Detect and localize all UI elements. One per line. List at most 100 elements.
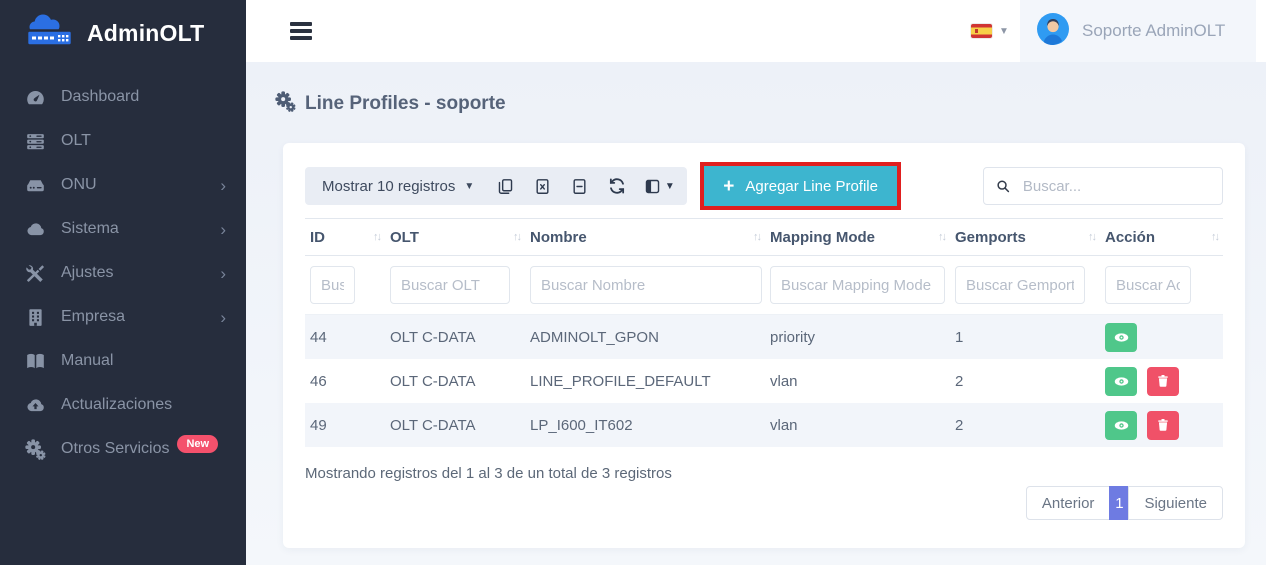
add-line-profile-label: Agregar Line Profile: [745, 178, 878, 195]
sidebar-item-label: Sistema: [61, 220, 119, 238]
building-icon: [24, 306, 46, 328]
table-header-row: ID↑↓ OLT↑↓ Nombre↑↓ Mapping Mode↑↓ Gempo…: [305, 219, 1223, 256]
sidebar-item-onu[interactable]: ONU ›: [0, 163, 246, 207]
chevron-down-icon: ▼: [665, 181, 675, 192]
column-header-olt[interactable]: OLT↑↓: [385, 219, 525, 256]
sidebar-item-label: OLT: [61, 132, 91, 150]
copy-icon: [497, 178, 514, 195]
filter-olt-input[interactable]: [390, 266, 510, 304]
column-header-id[interactable]: ID↑↓: [305, 219, 385, 256]
delete-button[interactable]: [1147, 411, 1179, 440]
cell-gemports: 2: [950, 359, 1100, 403]
sidebar-item-manual[interactable]: Manual: [0, 339, 246, 383]
sort-icon: ↑↓: [753, 231, 760, 243]
sort-icon: ↑↓: [373, 231, 380, 243]
sidebar-item-dashboard[interactable]: Dashboard: [0, 75, 246, 119]
gears-title-icon: [273, 90, 297, 117]
sidebar-item-sistema[interactable]: Sistema ›: [0, 207, 246, 251]
filter-nombre-input[interactable]: [530, 266, 762, 304]
cell-id: 49: [305, 403, 385, 447]
sidebar-item-label: Dashboard: [61, 88, 139, 106]
cloud-icon: [24, 218, 46, 240]
topbar: ▼ Soporte AdminOLT: [246, 0, 1266, 62]
export-file-button[interactable]: [561, 167, 598, 205]
language-dropdown[interactable]: ▼: [971, 0, 1009, 62]
column-header-nombre[interactable]: Nombre↑↓: [525, 219, 765, 256]
column-header-gemports[interactable]: Gemports↑↓: [950, 219, 1100, 256]
view-button[interactable]: [1105, 367, 1137, 396]
spain-flag-icon: [971, 24, 992, 38]
table-row: 49 OLT C-DATA LP_I600_IT602 vlan 2: [305, 403, 1223, 447]
cell-nombre: LINE_PROFILE_DEFAULT: [525, 359, 765, 403]
chevron-down-icon: ▼: [999, 26, 1009, 37]
sidebar-item-actualizaciones[interactable]: Actualizaciones: [0, 383, 246, 427]
sidebar: AdminOLT Dashboard OLT ONU ›: [0, 0, 246, 565]
cell-id: 46: [305, 359, 385, 403]
sidebar-item-ajustes[interactable]: Ajustes ›: [0, 251, 246, 295]
previous-page-button[interactable]: Anterior: [1026, 486, 1111, 520]
page-title: Line Profiles - soporte: [273, 90, 506, 117]
sort-icon: ↑↓: [1088, 231, 1095, 243]
search-input[interactable]: [1021, 177, 1210, 196]
export-excel-button[interactable]: [524, 167, 561, 205]
add-line-profile-button[interactable]: + Agregar Line Profile: [704, 166, 897, 206]
next-page-button[interactable]: Siguiente: [1128, 486, 1223, 520]
pagination: Anterior 1 Siguiente: [1026, 486, 1223, 520]
filter-gemports-input[interactable]: [955, 266, 1085, 304]
sidebar-item-empresa[interactable]: Empresa ›: [0, 295, 246, 339]
delete-button[interactable]: [1147, 367, 1179, 396]
filter-mapping-mode-input[interactable]: [770, 266, 945, 304]
page-length-dropdown[interactable]: Mostrar 10 registros ▼: [309, 178, 487, 195]
sidebar-item-otros-servicios[interactable]: Otros Servicios New: [0, 427, 246, 471]
logo-icon: [22, 12, 78, 55]
tools-icon: [24, 262, 46, 284]
sidebar-item-label: Empresa: [61, 308, 125, 326]
search-icon: [996, 178, 1010, 194]
cloud-upload-icon: [24, 394, 46, 416]
view-button[interactable]: [1105, 411, 1137, 440]
dashboard-icon: [24, 86, 46, 108]
view-button[interactable]: [1105, 323, 1137, 352]
page-length-label: Mostrar 10 registros: [322, 178, 455, 195]
filter-id-input[interactable]: [310, 266, 355, 304]
table-tools-group: Mostrar 10 registros ▼: [305, 167, 687, 205]
table-row: 46 OLT C-DATA LINE_PROFILE_DEFAULT vlan …: [305, 359, 1223, 403]
table-filter-row: [305, 256, 1223, 315]
cell-gemports: 2: [950, 403, 1100, 447]
table-info: Mostrando registros del 1 al 3 de un tot…: [305, 465, 672, 482]
sidebar-item-label: ONU: [61, 176, 97, 194]
cell-nombre: ADMINOLT_GPON: [525, 315, 765, 360]
main-content: Line Profiles - soporte Mostrar 10 regis…: [246, 62, 1266, 565]
filter-accion-input[interactable]: [1105, 266, 1191, 304]
column-header-mapping-mode[interactable]: Mapping Mode↑↓: [765, 219, 950, 256]
column-header-accion[interactable]: Acción↑↓: [1100, 219, 1223, 256]
cell-mapping-mode: vlan: [765, 359, 950, 403]
page-1-button[interactable]: 1: [1109, 486, 1129, 520]
sidebar-item-label: Otros Servicios: [61, 440, 169, 458]
global-search: [983, 167, 1223, 205]
refresh-button[interactable]: [598, 167, 635, 205]
sidebar-item-label: Manual: [61, 352, 113, 370]
sidebar-item-olt[interactable]: OLT: [0, 119, 246, 163]
menu-toggle-button[interactable]: [290, 22, 312, 44]
eye-icon: [1113, 329, 1130, 346]
highlight-annotation: + Agregar Line Profile: [700, 162, 901, 210]
cell-mapping-mode: vlan: [765, 403, 950, 447]
copy-button[interactable]: [487, 167, 524, 205]
table-toolbar: Mostrar 10 registros ▼: [305, 162, 1223, 210]
olt-icon: [24, 130, 46, 152]
sort-icon: ↑↓: [513, 231, 520, 243]
trash-icon: [1156, 418, 1170, 432]
cell-olt: OLT C-DATA: [385, 359, 525, 403]
cell-actions: [1100, 403, 1223, 447]
sort-icon: ↑↓: [1211, 231, 1218, 243]
app-root: AdminOLT Dashboard OLT ONU ›: [0, 0, 1266, 565]
cell-olt: OLT C-DATA: [385, 315, 525, 360]
user-menu[interactable]: Soporte AdminOLT: [1020, 0, 1256, 62]
column-visibility-dropdown[interactable]: ▼: [635, 167, 683, 205]
cell-olt: OLT C-DATA: [385, 403, 525, 447]
logo[interactable]: AdminOLT: [0, 0, 246, 65]
onu-icon: [24, 174, 46, 196]
plus-icon: +: [723, 177, 734, 196]
columns-icon: [644, 178, 661, 195]
